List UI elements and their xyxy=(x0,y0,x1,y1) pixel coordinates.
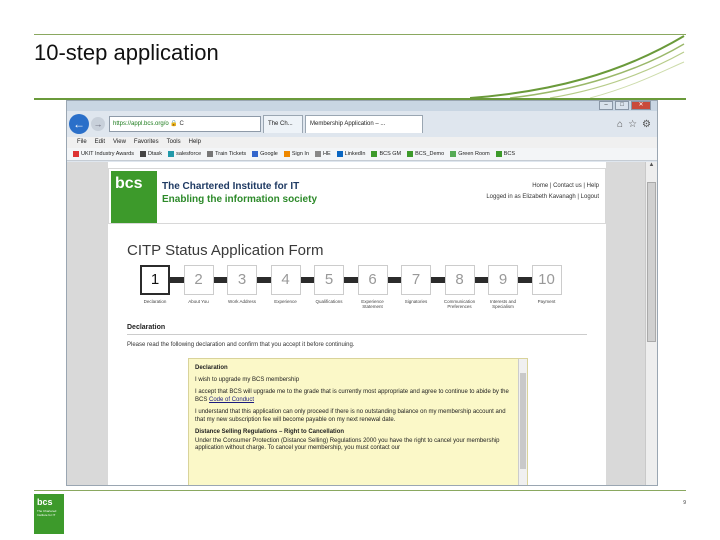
fav-he[interactable]: HE xyxy=(315,148,331,160)
fav-bcsgm[interactable]: BCS GM xyxy=(371,148,401,160)
fav-train-icon xyxy=(207,151,214,157)
web-page: bcs The Chartered Institute for IT Enabl… xyxy=(108,162,606,485)
fav-bcs-icon xyxy=(495,151,502,157)
declaration-p4: Under the Consumer Protection (Distance … xyxy=(195,437,500,452)
menu-help[interactable]: Help xyxy=(189,137,201,148)
page-number: 9 xyxy=(683,500,686,506)
scroll-thumb[interactable] xyxy=(647,182,656,342)
org-name: The Chartered Institute for IT xyxy=(162,181,300,192)
fav-ukit-icon xyxy=(73,151,79,157)
footer-rule xyxy=(34,490,686,491)
page-scrollbar[interactable]: ▲ xyxy=(645,162,657,485)
tab-bcs[interactable]: The Ch... xyxy=(263,115,303,133)
fav-train[interactable]: Train Tickets xyxy=(207,148,246,160)
declaration-scrollbar[interactable] xyxy=(518,359,527,485)
forward-icon[interactable]: → xyxy=(91,117,105,131)
fav-greenroom[interactable]: Green Room xyxy=(450,148,490,160)
settings-gear-icon[interactable]: ⚙ xyxy=(642,119,651,130)
user-links: Home | Contact us | Help Logged in as El… xyxy=(486,181,599,203)
code-of-conduct-link[interactable]: Code of Conduct xyxy=(209,397,254,403)
logged-in-status[interactable]: Logged in as Elizabeth Kavanagh | Logout xyxy=(486,192,599,203)
favorites-star-icon[interactable]: ☆ xyxy=(628,119,637,130)
fav-dtask-icon xyxy=(140,151,146,157)
fav-signin[interactable]: Sign In xyxy=(283,148,309,160)
step-10[interactable]: 10 Payment xyxy=(531,265,576,311)
fav-google[interactable]: Google xyxy=(252,148,278,160)
slide: 10-step application – □ ✕ ← → https://ap… xyxy=(0,0,720,540)
fav-linkedin[interactable]: LinkedIn xyxy=(336,148,365,160)
menu-tools[interactable]: Tools xyxy=(167,137,181,148)
site-header: bcs The Chartered Institute for IT Enabl… xyxy=(108,168,606,224)
header-nav-links[interactable]: Home | Contact us | Help xyxy=(486,181,599,192)
page-viewport: bcs The Chartered Institute for IT Enabl… xyxy=(67,162,645,485)
browser-window: – □ ✕ ← → https://appl.bcs.org/o 🔒 C The… xyxy=(66,100,658,486)
maximize-icon[interactable]: □ xyxy=(615,101,629,110)
org-tagline: Enabling the information society xyxy=(162,194,318,205)
fav-he-icon xyxy=(315,151,321,157)
slide-title: 10-step application xyxy=(34,40,219,65)
address-row: ← → https://appl.bcs.org/o 🔒 C The Ch...… xyxy=(67,113,657,135)
lock-icon: 🔒 C xyxy=(168,121,184,127)
fav-google-icon xyxy=(252,151,259,157)
close-icon[interactable]: ✕ xyxy=(631,101,651,110)
fav-linkedin-icon xyxy=(336,151,343,157)
fav-bcsgm-icon xyxy=(371,151,378,157)
fav-greenroom-icon xyxy=(450,151,457,157)
step-9[interactable]: 9 Interests and Specialism xyxy=(488,265,532,311)
fav-signin-icon xyxy=(283,151,290,157)
step-4[interactable]: 4 Experience xyxy=(270,265,315,311)
declaration-p2: I accept that BCS will upgrade me to the… xyxy=(195,389,509,403)
declaration-heading: Declaration xyxy=(195,365,228,371)
fav-dtask[interactable]: Dtask xyxy=(140,148,162,160)
menu-bar: File Edit View Favorites Tools Help xyxy=(67,137,657,148)
fav-bcs[interactable]: BCS xyxy=(495,148,515,160)
form-title: CITP Status Application Form xyxy=(127,242,324,259)
address-text: https://appl.bcs.org/o xyxy=(113,121,169,127)
step-6[interactable]: 6 Experience Statement xyxy=(357,265,402,311)
address-bar[interactable]: https://appl.bcs.org/o 🔒 C xyxy=(109,116,261,132)
fav-bcsdemo[interactable]: BCS_Demo xyxy=(407,148,444,160)
distance-selling-heading: Distance Selling Regulations – Right to … xyxy=(195,429,345,435)
tab-membership-application[interactable]: Membership Application – ... xyxy=(305,115,423,133)
step-indicator: 1 Declaration 2 About You 3 Work Address 4E… xyxy=(140,265,575,311)
menu-edit[interactable]: Edit xyxy=(95,137,105,148)
minimize-icon[interactable]: – xyxy=(599,101,613,110)
window-titlebar: – □ ✕ xyxy=(67,101,657,111)
step-2[interactable]: 2 About You xyxy=(183,265,228,311)
declaration-p3: I understand that this application can o… xyxy=(195,409,506,423)
favorites-bar: UKIT Industry Awards Dtask salesforce Tr… xyxy=(67,148,657,161)
declaration-p1: I wish to upgrade my BCS membership xyxy=(195,376,300,383)
step-3[interactable]: 3 Work Address xyxy=(227,265,271,311)
menu-file[interactable]: File xyxy=(77,137,87,148)
footer-bcs-logo: bcs The Chartered Institute for IT xyxy=(34,494,64,534)
fav-bcsdemo-icon xyxy=(407,151,414,157)
fav-ukit[interactable]: UKIT Industry Awards xyxy=(73,148,134,160)
back-icon[interactable]: ← xyxy=(69,114,89,134)
menu-favorites[interactable]: Favorites xyxy=(134,137,159,148)
home-icon[interactable]: ⌂ xyxy=(617,119,623,130)
instruction-text: Please read the following declaration an… xyxy=(127,342,355,348)
bcs-logo[interactable]: bcs xyxy=(111,171,157,223)
fav-salesforce[interactable]: salesforce xyxy=(168,148,201,160)
scroll-up-icon[interactable]: ▲ xyxy=(646,162,657,172)
menu-view[interactable]: View xyxy=(113,137,126,148)
section-divider xyxy=(127,334,587,335)
fav-salesforce-icon xyxy=(168,151,175,157)
swoosh-decoration xyxy=(470,35,685,99)
declaration-box: Declaration I wish to upgrade my BCS mem… xyxy=(188,358,528,485)
section-heading: Declaration xyxy=(127,324,166,331)
step-1[interactable]: 1 Declaration xyxy=(140,265,184,311)
